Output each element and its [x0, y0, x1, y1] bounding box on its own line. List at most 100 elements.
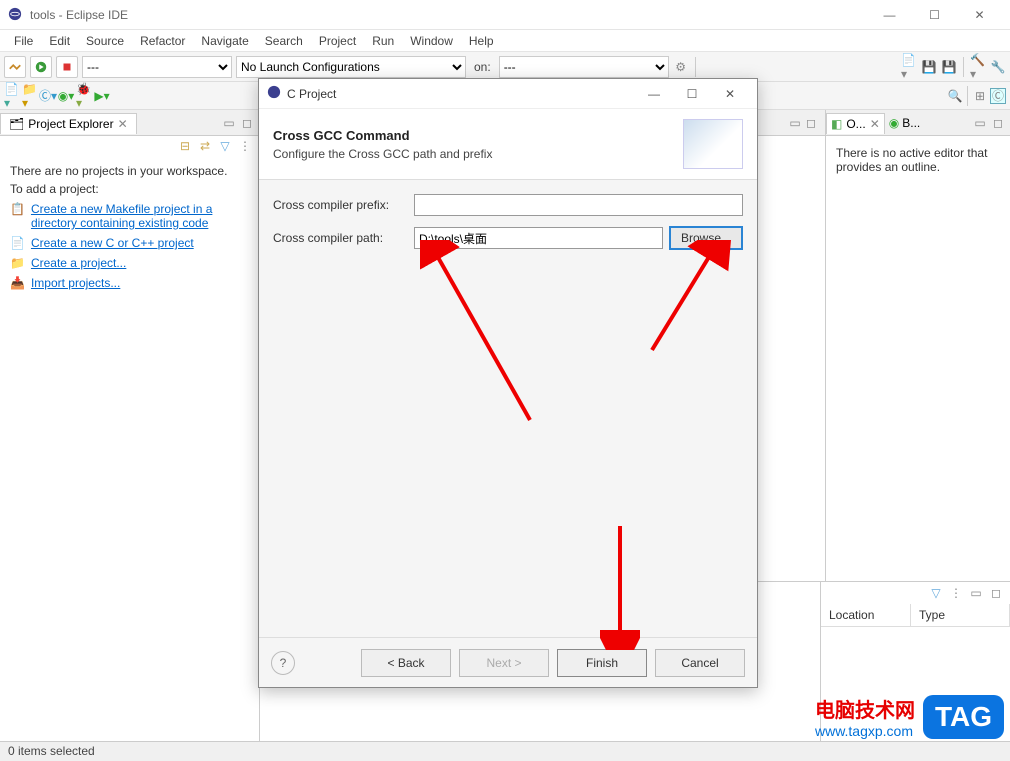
- stop-button[interactable]: [56, 56, 78, 78]
- editor-minimize-icon[interactable]: ▭: [787, 115, 803, 131]
- dialog-close-button[interactable]: ✕: [711, 80, 749, 108]
- problems-min-icon[interactable]: ▭: [968, 585, 984, 601]
- link-create-project[interactable]: Create a project...: [31, 256, 126, 270]
- watermark-cn: 电脑技术网: [815, 694, 915, 723]
- col-location[interactable]: Location: [821, 604, 911, 626]
- menu-navigate[interactable]: Navigate: [193, 32, 256, 50]
- c-project-dialog: C Project — ☐ ✕ Cross GCC Command Config…: [258, 78, 758, 688]
- window-titlebar: tools - Eclipse IDE — ☐ ✕: [0, 0, 1010, 30]
- search-icon[interactable]: 🔍: [947, 88, 963, 104]
- c-project-icon: 📄: [10, 236, 25, 250]
- problems-max-icon[interactable]: ◻: [988, 585, 1004, 601]
- prefix-label: Cross compiler prefix:: [273, 198, 408, 212]
- build-targets-tab[interactable]: ◉ B...: [885, 113, 925, 133]
- save-all-icon[interactable]: 💾: [941, 59, 957, 75]
- dialog-title: C Project: [287, 87, 635, 101]
- wizard-banner-icon: [683, 119, 743, 169]
- watermark-url: www.tagxp.com: [815, 723, 915, 739]
- build-tab-label: B...: [902, 116, 920, 130]
- back-button[interactable]: < Back: [361, 649, 451, 677]
- close-button[interactable]: ✕: [957, 0, 1002, 30]
- link-import-projects[interactable]: Import projects...: [31, 276, 120, 290]
- maximize-button[interactable]: ☐: [912, 0, 957, 30]
- gear-icon[interactable]: ⚙: [673, 59, 689, 75]
- outline-tab[interactable]: ◧ O... ✕: [826, 113, 885, 134]
- debug-config-dropdown[interactable]: ---: [82, 56, 232, 78]
- folder-icon: 🗂: [9, 117, 24, 131]
- new-project-icon: 📁: [10, 256, 25, 270]
- collapse-all-icon[interactable]: ⊟: [177, 138, 193, 154]
- dialog-maximize-button[interactable]: ☐: [673, 80, 711, 108]
- minimize-view-icon[interactable]: ▭: [221, 115, 237, 131]
- menu-window[interactable]: Window: [402, 32, 461, 50]
- new-class-icon[interactable]: Ⓒ▾: [40, 88, 56, 104]
- c-perspective-icon[interactable]: Ⓒ: [990, 88, 1006, 104]
- menu-source[interactable]: Source: [78, 32, 132, 50]
- on-label: on:: [470, 60, 495, 74]
- project-explorer-tab[interactable]: 🗂 Project Explorer ✕: [0, 113, 137, 134]
- help-button[interactable]: ?: [271, 651, 295, 675]
- menu-edit[interactable]: Edit: [41, 32, 78, 50]
- browse-button[interactable]: Browse...: [669, 226, 743, 250]
- dialog-subheading: Configure the Cross GCC path and prefix: [273, 147, 683, 161]
- outline-close-icon[interactable]: ✕: [870, 117, 880, 131]
- eclipse-icon: [8, 7, 24, 23]
- dialog-heading: Cross GCC Command: [273, 128, 683, 143]
- new-folder-icon[interactable]: 📁▾: [22, 88, 38, 104]
- project-explorer-tab-label: Project Explorer: [28, 117, 113, 131]
- menu-search[interactable]: Search: [257, 32, 311, 50]
- watermark: 电脑技术网 www.tagxp.com TAG: [815, 694, 1004, 739]
- empty-workspace-msg2: To add a project:: [10, 182, 249, 196]
- run-button[interactable]: [30, 56, 52, 78]
- maximize-view-icon[interactable]: ◻: [239, 115, 255, 131]
- menu-project[interactable]: Project: [311, 32, 364, 50]
- project-explorer-view: 🗂 Project Explorer ✕ ▭ ◻ ⊟ ⇄ ▽ ⋮ There a…: [0, 110, 260, 741]
- tools-icon[interactable]: 🔧: [990, 59, 1006, 75]
- menubar: File Edit Source Refactor Navigate Searc…: [0, 30, 1010, 52]
- run-dropdown-icon[interactable]: ▶▾: [94, 88, 110, 104]
- menu-run[interactable]: Run: [364, 32, 402, 50]
- menu-refactor[interactable]: Refactor: [132, 32, 193, 50]
- target-dropdown[interactable]: ---: [499, 56, 669, 78]
- menu-file[interactable]: File: [6, 32, 41, 50]
- dialog-minimize-button[interactable]: —: [635, 80, 673, 108]
- window-title: tools - Eclipse IDE: [30, 8, 867, 22]
- editor-maximize-icon[interactable]: ◻: [803, 115, 819, 131]
- prefix-input[interactable]: [414, 194, 743, 216]
- status-text: 0 items selected: [8, 744, 95, 758]
- path-input[interactable]: [414, 227, 663, 249]
- cancel-button[interactable]: Cancel: [655, 649, 745, 677]
- tab-close-icon[interactable]: ✕: [118, 117, 128, 131]
- minimize-button[interactable]: —: [867, 0, 912, 30]
- link-editor-icon[interactable]: ⇄: [197, 138, 213, 154]
- debug-icon[interactable]: 🐞▾: [76, 88, 92, 104]
- link-create-c-project[interactable]: Create a new C or C++ project: [31, 236, 194, 250]
- view-menu-icon[interactable]: ⋮: [237, 138, 253, 154]
- path-label: Cross compiler path:: [273, 231, 408, 245]
- link-create-makefile[interactable]: Create a new Makefile project in a direc…: [31, 202, 249, 230]
- problems-menu-icon[interactable]: ⋮: [948, 585, 964, 601]
- makefile-icon: 📋: [10, 202, 25, 216]
- filter-icon[interactable]: ▽: [217, 138, 233, 154]
- next-button: Next >: [459, 649, 549, 677]
- open-perspective-icon[interactable]: ⊞: [972, 88, 988, 104]
- col-type[interactable]: Type: [911, 604, 1010, 626]
- statusbar: 0 items selected: [0, 741, 1010, 761]
- target-icon: ◉: [889, 116, 899, 130]
- build-button[interactable]: [4, 56, 26, 78]
- eclipse-icon: [267, 85, 281, 102]
- new-dropdown-icon[interactable]: 📄▾: [901, 59, 917, 75]
- build-dropdown-icon[interactable]: 🔨▾: [970, 59, 986, 75]
- outline-tab-label: O...: [846, 117, 865, 131]
- launch-config-dropdown[interactable]: No Launch Configurations: [236, 56, 466, 78]
- problems-filter-icon[interactable]: ▽: [928, 585, 944, 601]
- save-icon[interactable]: 💾: [921, 59, 937, 75]
- outline-min-icon[interactable]: ▭: [972, 115, 988, 131]
- menu-help[interactable]: Help: [461, 32, 502, 50]
- new-c-icon[interactable]: 📄▾: [4, 88, 20, 104]
- outline-max-icon[interactable]: ◻: [990, 115, 1006, 131]
- finish-button[interactable]: Finish: [557, 649, 647, 677]
- new-target-icon[interactable]: ◉▾: [58, 88, 74, 104]
- outline-icon: ◧: [831, 117, 842, 131]
- empty-workspace-msg1: There are no projects in your workspace.: [10, 164, 249, 178]
